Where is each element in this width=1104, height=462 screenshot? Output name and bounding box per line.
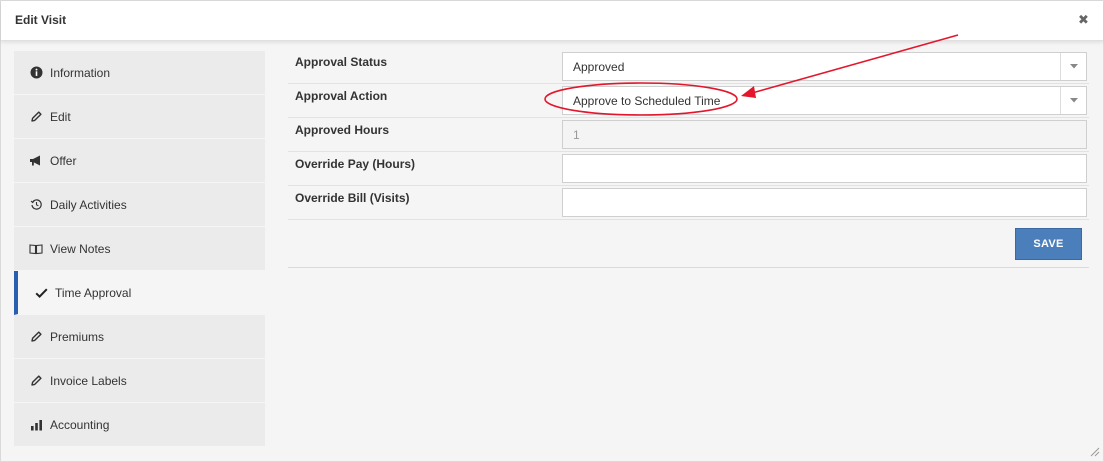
time-approval-form: Approval Status Approved Approval Action… [288,50,1089,268]
pencil-icon [29,330,43,344]
pencil-icon [29,110,43,124]
approval-status-select[interactable]: Approved [562,52,1087,81]
dialog-title: Edit Visit [15,13,67,27]
chevron-down-icon[interactable] [1060,53,1086,80]
save-button[interactable]: SAVE [1015,228,1082,260]
sidebar-item-label: Edit [50,109,71,124]
history-icon [29,198,43,212]
override-pay-input[interactable] [562,154,1087,183]
sidebar-item-label: Premiums [50,329,105,344]
approval-status-value: Approved [573,59,625,74]
sidebar-item-invoice-labels[interactable]: Invoice Labels [14,359,265,403]
sidebar-item-offer[interactable]: Offer [14,139,265,183]
override-bill-input[interactable] [562,188,1087,217]
sidebar-item-label: Time Approval [55,285,132,300]
chevron-down-icon[interactable] [1060,87,1086,114]
sidebar-item-view-notes[interactable]: View Notes [14,227,265,271]
bar-chart-icon [29,418,43,432]
approved-hours-row: Approved Hours 1 [288,118,1089,152]
approved-hours-field: 1 [562,120,1087,149]
sidebar-item-accounting[interactable]: Accounting [14,403,265,447]
edit-visit-dialog: Edit Visit ✖ Information Edit Offer Dail… [0,0,1104,462]
form-actions: SAVE [288,220,1089,268]
approval-action-row: Approval Action Approve to Scheduled Tim… [288,84,1089,118]
pencil-icon [29,374,43,388]
sidebar-item-edit[interactable]: Edit [14,95,265,139]
sidebar-nav: Information Edit Offer Daily Activities … [14,51,265,447]
sidebar-item-label: View Notes [50,241,111,256]
close-icon[interactable]: ✖ [1078,13,1089,27]
override-bill-row: Override Bill (Visits) [288,186,1089,220]
sidebar-item-label: Information [50,65,111,80]
check-icon [34,286,48,300]
approval-status-row: Approval Status Approved [288,50,1089,84]
approval-action-value: Approve to Scheduled Time [573,93,721,108]
approved-hours-label: Approved Hours [295,123,390,137]
info-circle-icon [29,66,43,80]
book-icon [29,242,43,256]
override-pay-row: Override Pay (Hours) [288,152,1089,186]
dialog-titlebar: Edit Visit ✖ [1,1,1103,41]
sidebar-item-label: Invoice Labels [50,373,127,388]
resize-grip-icon[interactable] [1088,445,1100,457]
approval-action-label: Approval Action [295,89,388,103]
sidebar-item-premiums[interactable]: Premiums [14,315,265,359]
override-bill-label: Override Bill (Visits) [295,191,410,205]
sidebar-item-label: Daily Activities [50,197,127,212]
sidebar-item-daily-activities[interactable]: Daily Activities [14,183,265,227]
sidebar-item-time-approval[interactable]: Time Approval [14,271,265,315]
override-pay-label: Override Pay (Hours) [295,157,416,171]
sidebar-item-label: Accounting [50,417,110,432]
sidebar-item-information[interactable]: Information [14,51,265,95]
megaphone-icon [29,154,43,168]
approval-status-label: Approval Status [295,55,388,69]
approval-action-select[interactable]: Approve to Scheduled Time [562,86,1087,115]
sidebar-item-label: Offer [50,153,77,168]
approved-hours-value: 1 [573,127,580,142]
